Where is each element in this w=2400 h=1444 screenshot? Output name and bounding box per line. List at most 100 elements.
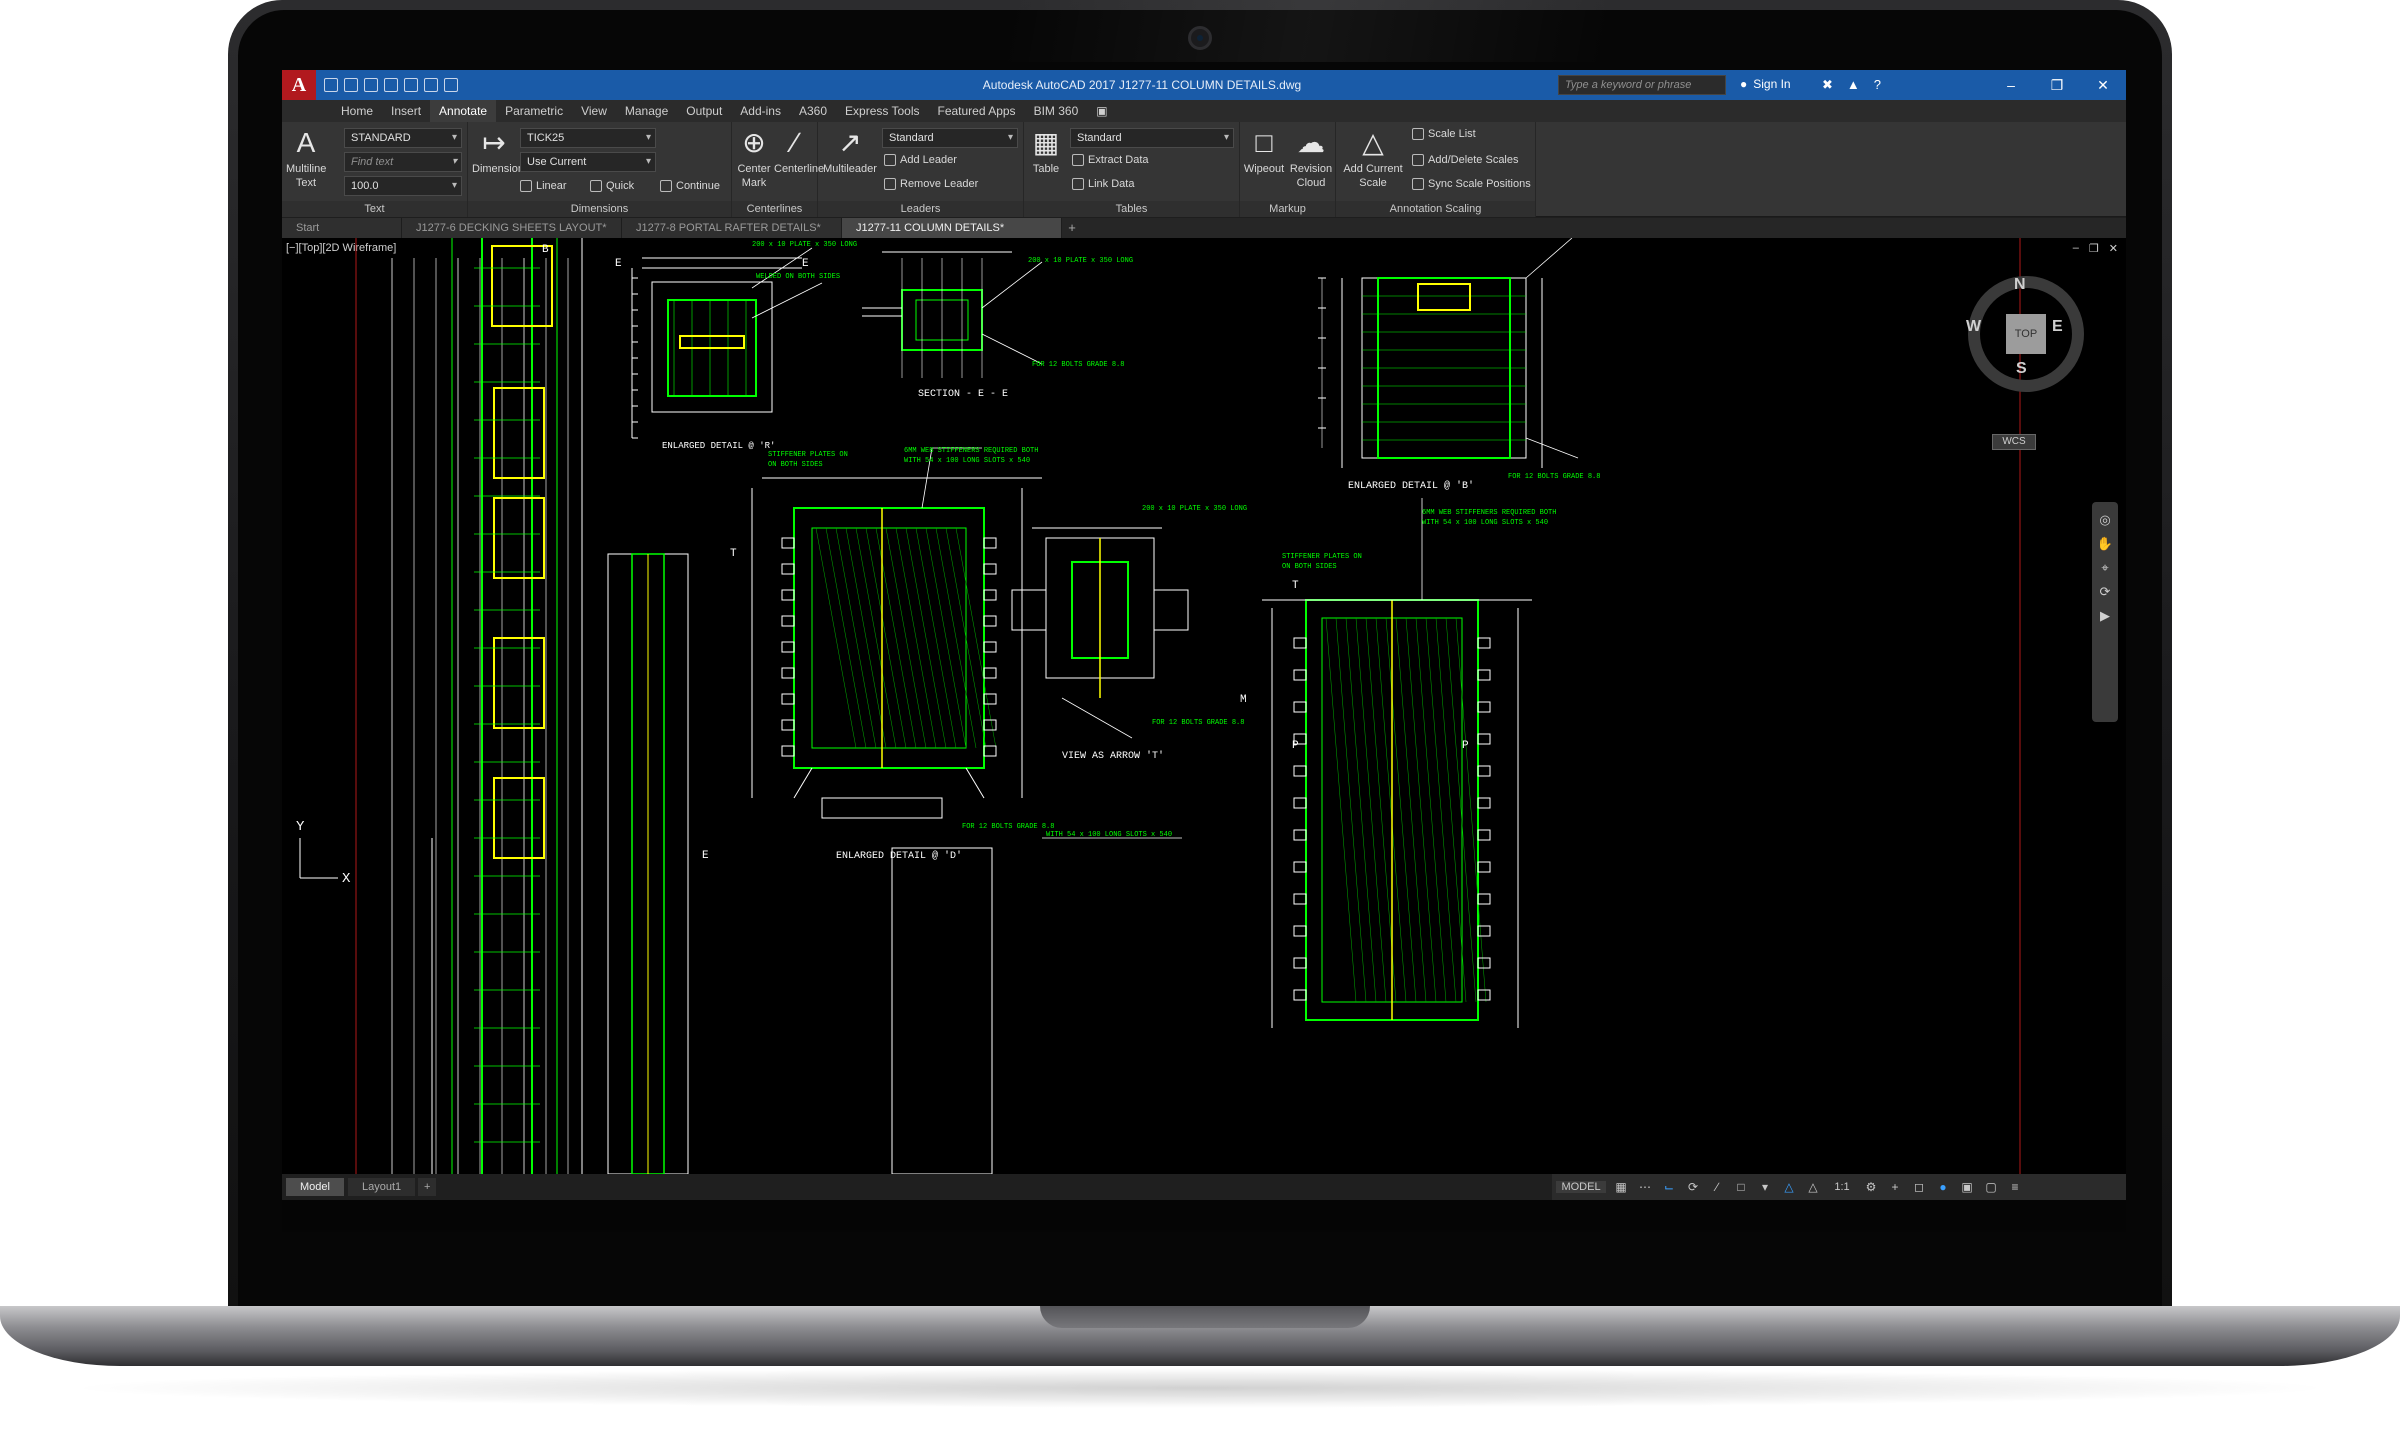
ribbon-options-icon[interactable]: ▣ xyxy=(1087,100,1116,122)
ribbon-tab-add-ins[interactable]: Add-ins xyxy=(731,100,790,122)
scale-list-button[interactable]: Scale List xyxy=(1412,128,1476,140)
ribbon-tab-featured-apps[interactable]: Featured Apps xyxy=(929,100,1025,122)
sync-scale-positions-button[interactable]: Sync Scale Positions xyxy=(1412,178,1531,190)
table-style-select[interactable]: Standard xyxy=(1070,128,1234,148)
text-height-input[interactable]: 100.0 xyxy=(344,176,462,196)
isodraft-icon[interactable]: ∕ xyxy=(1708,1180,1726,1194)
undo-icon[interactable] xyxy=(424,78,438,92)
layout1-tab[interactable]: Layout1 xyxy=(348,1178,416,1196)
add-current-scale-button[interactable]: △ Add Current Scale xyxy=(1338,126,1408,190)
units-icon[interactable]: ◻ xyxy=(1910,1180,1928,1194)
annotation-scale-select[interactable]: 1:1 xyxy=(1828,1181,1856,1193)
print-icon[interactable] xyxy=(404,78,418,92)
wipeout-button[interactable]: □ Wipeout xyxy=(1242,126,1286,176)
ribbon-tab-output[interactable]: Output xyxy=(677,100,731,122)
leaders-panel-label[interactable]: Leaders xyxy=(818,201,1023,217)
viewcube[interactable]: TOP N S E W xyxy=(1966,276,2084,392)
isolate-objects-icon[interactable]: ● xyxy=(1934,1180,1952,1194)
multileader-button[interactable]: ↗ Multileader xyxy=(822,126,878,176)
autocad-logo-icon[interactable]: A xyxy=(282,70,316,100)
find-text-input[interactable]: Find text xyxy=(344,152,462,172)
doc-tab[interactable]: J1277-11 COLUMN DETAILS* xyxy=(842,218,1062,238)
wcs-menu[interactable]: WCS xyxy=(1992,434,2036,450)
close-icon[interactable]: ✕ xyxy=(2080,70,2126,100)
add-delete-scales-button[interactable]: Add/Delete Scales xyxy=(1412,154,1519,166)
add-leader-button[interactable]: Add Leader xyxy=(884,154,957,166)
ribbon-tab-parametric[interactable]: Parametric xyxy=(496,100,572,122)
doc-tab-start[interactable]: Start xyxy=(282,218,402,238)
remove-leader-button[interactable]: Remove Leader xyxy=(884,178,978,190)
model-tab[interactable]: Model xyxy=(286,1178,344,1196)
ribbon-tab-bim-360[interactable]: BIM 360 xyxy=(1025,100,1088,122)
viewcube-top-face[interactable]: TOP xyxy=(2006,314,2046,354)
save-icon[interactable] xyxy=(364,78,378,92)
annotation-scaling-panel-label[interactable]: Annotation Scaling xyxy=(1336,201,1535,217)
annotation-visibility-icon[interactable]: △ xyxy=(1780,1180,1798,1194)
tables-panel-label[interactable]: Tables xyxy=(1024,201,1239,217)
compass-east[interactable]: E xyxy=(2052,318,2063,336)
text-panel-label[interactable]: Text xyxy=(282,201,467,217)
grid-icon[interactable]: ▦ xyxy=(1612,1180,1630,1194)
polar-icon[interactable]: ⟳ xyxy=(1684,1180,1702,1194)
dimensions-panel-label[interactable]: Dimensions xyxy=(468,201,731,217)
table-button[interactable]: ▦ Table xyxy=(1028,126,1064,176)
linear-dimension-button[interactable]: Linear xyxy=(520,180,567,192)
steering-wheel-icon[interactable]: ◎ xyxy=(2099,512,2110,528)
centerlines-panel-label[interactable]: Centerlines xyxy=(732,201,817,217)
osnap-menu-icon[interactable]: ▾ xyxy=(1756,1180,1774,1194)
doc-tab[interactable]: J1277-6 DECKING SHEETS LAYOUT* xyxy=(402,218,622,238)
ribbon-tab-express-tools[interactable]: Express Tools xyxy=(836,100,928,122)
stay-connected-icon[interactable]: ▲ xyxy=(1847,77,1860,93)
multiline-text-button[interactable]: A Multiline Text xyxy=(286,126,326,190)
quick-dimension-button[interactable]: Quick xyxy=(590,180,634,192)
hardware-acceleration-icon[interactable]: ▣ xyxy=(1958,1180,1976,1194)
continue-dimension-button[interactable]: Continue xyxy=(660,180,720,192)
new-file-icon[interactable] xyxy=(324,78,338,92)
minimize-icon[interactable]: – xyxy=(1988,70,2034,100)
ribbon-tab-annotate[interactable]: Annotate xyxy=(430,100,497,122)
object-snap-icon[interactable]: □ xyxy=(1732,1180,1750,1194)
clean-screen-icon[interactable]: ▢ xyxy=(1982,1180,2000,1194)
dimstyle-select[interactable]: TICK25 xyxy=(520,128,656,148)
zoom-extents-icon[interactable]: ⌖ xyxy=(2101,560,2108,576)
ribbon-tab-view[interactable]: View xyxy=(572,100,616,122)
workspace-gear-icon[interactable]: ⚙ xyxy=(1862,1180,1880,1194)
center-mark-button[interactable]: ⊕ Center Mark xyxy=(734,126,774,190)
restore-icon[interactable]: ❐ xyxy=(2034,70,2080,100)
dim-layer-select[interactable]: Use Current xyxy=(520,152,656,172)
annotation-monitor-icon[interactable]: + xyxy=(1886,1180,1904,1194)
sign-in-button[interactable]: ● Sign In xyxy=(1740,77,1791,91)
search-input[interactable]: Type a keyword or phrase xyxy=(1558,75,1726,95)
orbit-icon[interactable]: ⟳ xyxy=(2100,584,2111,600)
pan-hand-icon[interactable]: ✋ xyxy=(2097,536,2113,552)
model-space-toggle[interactable]: MODEL xyxy=(1556,1181,1606,1193)
text-style-select[interactable]: STANDARD xyxy=(344,128,462,148)
markup-panel-label[interactable]: Markup xyxy=(1240,201,1335,217)
compass-west[interactable]: W xyxy=(1966,318,1981,336)
mleader-style-select[interactable]: Standard xyxy=(882,128,1018,148)
customization-icon[interactable]: ≡ xyxy=(2006,1180,2024,1194)
redo-icon[interactable] xyxy=(444,78,458,92)
annotation-autoscale-icon[interactable]: △ xyxy=(1804,1180,1822,1194)
add-layout-icon[interactable]: + xyxy=(418,1178,437,1196)
extract-data-button[interactable]: Extract Data xyxy=(1072,154,1149,166)
save-as-icon[interactable] xyxy=(384,78,398,92)
ribbon-tab-a360[interactable]: A360 xyxy=(790,100,836,122)
new-drawing-tab-icon[interactable]: + xyxy=(1062,218,1082,238)
compass-north[interactable]: N xyxy=(2014,276,2026,294)
doc-tab[interactable]: J1277-8 PORTAL RAFTER DETAILS* xyxy=(622,218,842,238)
ortho-icon[interactable]: ⌙ xyxy=(1660,1180,1678,1194)
help-icon[interactable]: ? xyxy=(1874,77,1881,93)
compass-south[interactable]: S xyxy=(2016,360,2027,378)
revision-cloud-button[interactable]: ☁ Revision Cloud xyxy=(1288,126,1334,190)
drawing-canvas[interactable]: [−][Top][2D Wireframe] – ❐ ✕ B Y X ENLARGED… xyxy=(282,238,2126,1174)
showmotion-icon[interactable]: ▶ xyxy=(2100,608,2110,624)
dimension-button[interactable]: ↦ Dimension xyxy=(472,126,524,176)
exchange-apps-icon[interactable]: ✖ xyxy=(1822,77,1833,93)
centerline-button[interactable]: ∕ Centerline xyxy=(774,126,824,176)
ribbon-tab-manage[interactable]: Manage xyxy=(616,100,677,122)
link-data-button[interactable]: Link Data xyxy=(1072,178,1134,190)
ribbon-tab-home[interactable]: Home xyxy=(332,100,382,122)
open-file-icon[interactable] xyxy=(344,78,358,92)
ribbon-tab-insert[interactable]: Insert xyxy=(382,100,430,122)
